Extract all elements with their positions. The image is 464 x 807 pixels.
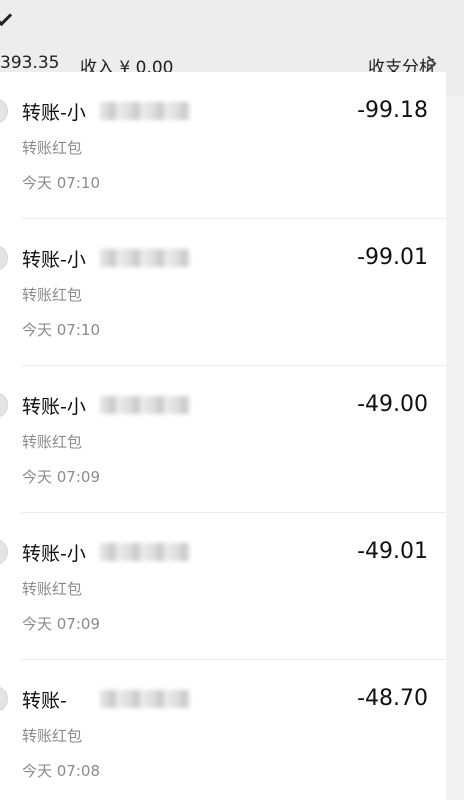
- redacted-name-blur: [100, 543, 190, 561]
- transaction-row[interactable]: 转账-小 -99.01 转账红包 今天 07:10: [0, 219, 446, 366]
- transaction-category: 转账红包: [22, 727, 83, 745]
- transaction-title: 转账-小: [22, 543, 86, 565]
- screen-edge-strip: [446, 96, 464, 800]
- transaction-title: 转账-: [22, 690, 67, 712]
- transaction-amount: -48.70: [357, 686, 428, 711]
- transaction-time: 今天 07:09: [22, 615, 100, 633]
- transaction-category: 转账红包: [22, 139, 83, 157]
- redacted-name-blur: [100, 690, 190, 708]
- dropdown-caret-icon[interactable]: [0, 4, 13, 27]
- expense-total: 393.35: [0, 53, 60, 73]
- avatar: [0, 98, 8, 124]
- redacted-name-blur: [100, 249, 190, 267]
- avatar: [0, 686, 8, 712]
- avatar: [0, 245, 8, 271]
- redacted-name-blur: [100, 396, 190, 414]
- transaction-category: 转账红包: [22, 433, 83, 451]
- transaction-list: 转账-小 -99.18 转账红包 今天 07:10 转账-小 -99.01 转账…: [0, 72, 446, 807]
- transaction-amount: -49.00: [357, 392, 428, 417]
- transaction-title: 转账-小: [22, 396, 86, 418]
- transaction-time: 今天 07:10: [22, 321, 100, 339]
- avatar: [0, 392, 8, 418]
- transaction-row[interactable]: 转账- -48.70 转账红包 今天 07:08: [0, 660, 446, 807]
- transaction-title: 转账-小: [22, 249, 86, 271]
- transaction-title: 转账-小: [22, 102, 86, 124]
- transaction-amount: -49.01: [357, 539, 428, 564]
- transaction-category: 转账红包: [22, 580, 83, 598]
- avatar: [0, 539, 8, 565]
- transaction-amount: -99.18: [357, 98, 428, 123]
- transaction-time: 今天 07:10: [22, 174, 100, 192]
- transaction-row[interactable]: 转账-小 -49.00 转账红包 今天 07:09: [0, 366, 446, 513]
- transaction-time: 今天 07:09: [22, 468, 100, 486]
- transaction-amount: -99.01: [357, 245, 428, 270]
- transaction-category: 转账红包: [22, 286, 83, 304]
- transaction-row[interactable]: 转账-小 -49.01 转账红包 今天 07:09: [0, 513, 446, 660]
- redacted-name-blur: [100, 102, 190, 120]
- transaction-row[interactable]: 转账-小 -99.18 转账红包 今天 07:10: [0, 72, 446, 219]
- transaction-time: 今天 07:08: [22, 762, 100, 780]
